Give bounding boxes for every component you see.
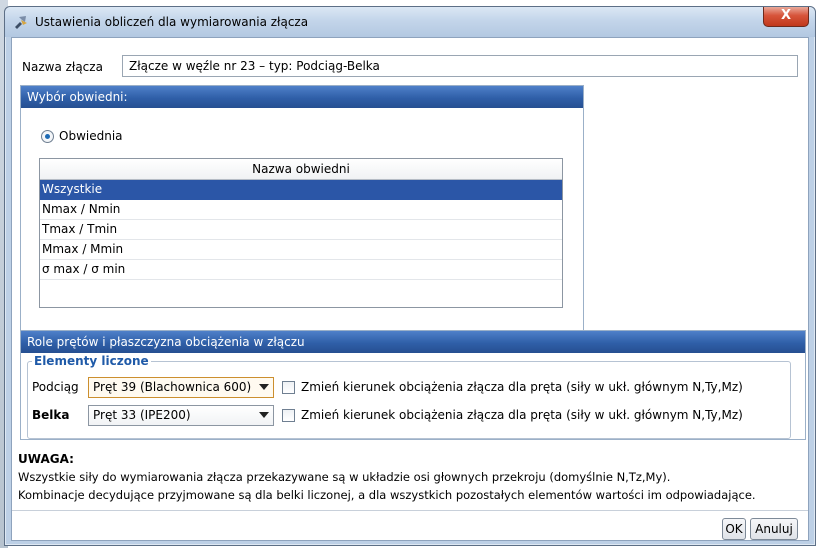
dropdown-arrow-icon bbox=[259, 384, 269, 390]
envelope-row-n[interactable]: Nmax / Nmin bbox=[40, 200, 562, 220]
podciag-direction-label: Zmień kierunek obciążenia złącza dla prę… bbox=[301, 380, 743, 394]
cancel-button[interactable]: Anuluj bbox=[750, 518, 798, 540]
close-icon: X bbox=[780, 8, 792, 23]
radio-selected-icon[interactable] bbox=[41, 129, 54, 143]
desktop-background: Ustawienia obliczeń dla wymiarowania złą… bbox=[0, 0, 820, 548]
roles-panel-header: Role prętów i płaszczyzna obciążenia w z… bbox=[21, 331, 805, 353]
envelope-panel: Wybór obwiedni: Obwiednia Nazwa obwiedni… bbox=[20, 85, 584, 333]
podciag-select[interactable]: Pręt 39 (Blachownica 600) bbox=[88, 377, 274, 398]
note-line-1: Wszystkie siły do wymiarowania złącza pr… bbox=[18, 470, 671, 484]
envelope-list-header: Nazwa obwiedni bbox=[40, 159, 562, 180]
envelope-row-all[interactable]: Wszystkie bbox=[40, 180, 562, 200]
belka-select[interactable]: Pręt 33 (IPE200) bbox=[88, 405, 274, 426]
envelope-radio-label: Obwiednia bbox=[59, 129, 123, 143]
envelope-radio[interactable]: Obwiednia bbox=[41, 128, 123, 144]
joint-name-input[interactable]: Złącze w węźle nr 23 – typ: Podciąg-Belk… bbox=[122, 55, 798, 77]
belka-direction-checkbox[interactable] bbox=[282, 408, 295, 422]
role-label-podciag: Podciąg bbox=[32, 380, 79, 394]
note-line-2: Kombinacje decydujące przyjmowane są dla… bbox=[18, 488, 756, 502]
joint-name-label: Nazwa złącza bbox=[22, 60, 103, 74]
dropdown-arrow-icon bbox=[259, 412, 269, 418]
podciag-direction-checkbox-row[interactable]: Zmień kierunek obciążenia złącza dla prę… bbox=[282, 380, 743, 394]
podciag-select-value: Pręt 39 (Blachownica 600) bbox=[93, 380, 252, 394]
ok-button[interactable]: OK bbox=[722, 518, 746, 540]
envelope-panel-header: Wybór obwiedni: bbox=[21, 86, 583, 108]
counted-elements-legend: Elementy liczone bbox=[32, 354, 151, 368]
window-title: Ustawienia obliczeń dla wymiarowania złą… bbox=[35, 15, 309, 29]
counted-elements-group: Elementy liczone Podciąg Pręt 39 (Blacho… bbox=[27, 354, 791, 439]
podciag-direction-checkbox[interactable] bbox=[282, 380, 295, 394]
dialog-window: Ustawienia obliczeń dla wymiarowania złą… bbox=[4, 6, 816, 546]
envelope-list: Nazwa obwiedni Wszystkie Nmax / Nmin Tma… bbox=[39, 158, 563, 308]
role-label-belka: Belka bbox=[32, 408, 70, 422]
note-title: UWAGA: bbox=[18, 452, 74, 466]
belka-direction-label: Zmień kierunek obciążenia złącza dla prę… bbox=[301, 408, 743, 422]
envelope-row-t[interactable]: Tmax / Tmin bbox=[40, 220, 562, 240]
belka-direction-checkbox-row[interactable]: Zmień kierunek obciążenia złącza dla prę… bbox=[282, 408, 743, 422]
title-bar[interactable]: Ustawienia obliczeń dla wymiarowania złą… bbox=[5, 7, 815, 37]
close-button[interactable]: X bbox=[763, 7, 809, 27]
envelope-row-m[interactable]: Mmax / Mmin bbox=[40, 240, 562, 260]
footer-divider bbox=[12, 510, 808, 511]
roles-panel: Role prętów i płaszczyzna obciążenia w z… bbox=[20, 330, 806, 440]
dialog-body: Nazwa złącza Złącze w węźle nr 23 – typ:… bbox=[11, 37, 809, 541]
app-icon bbox=[15, 16, 27, 29]
envelope-row-sigma[interactable]: σ max / σ min bbox=[40, 260, 562, 280]
belka-select-value: Pręt 33 (IPE200) bbox=[93, 408, 191, 422]
